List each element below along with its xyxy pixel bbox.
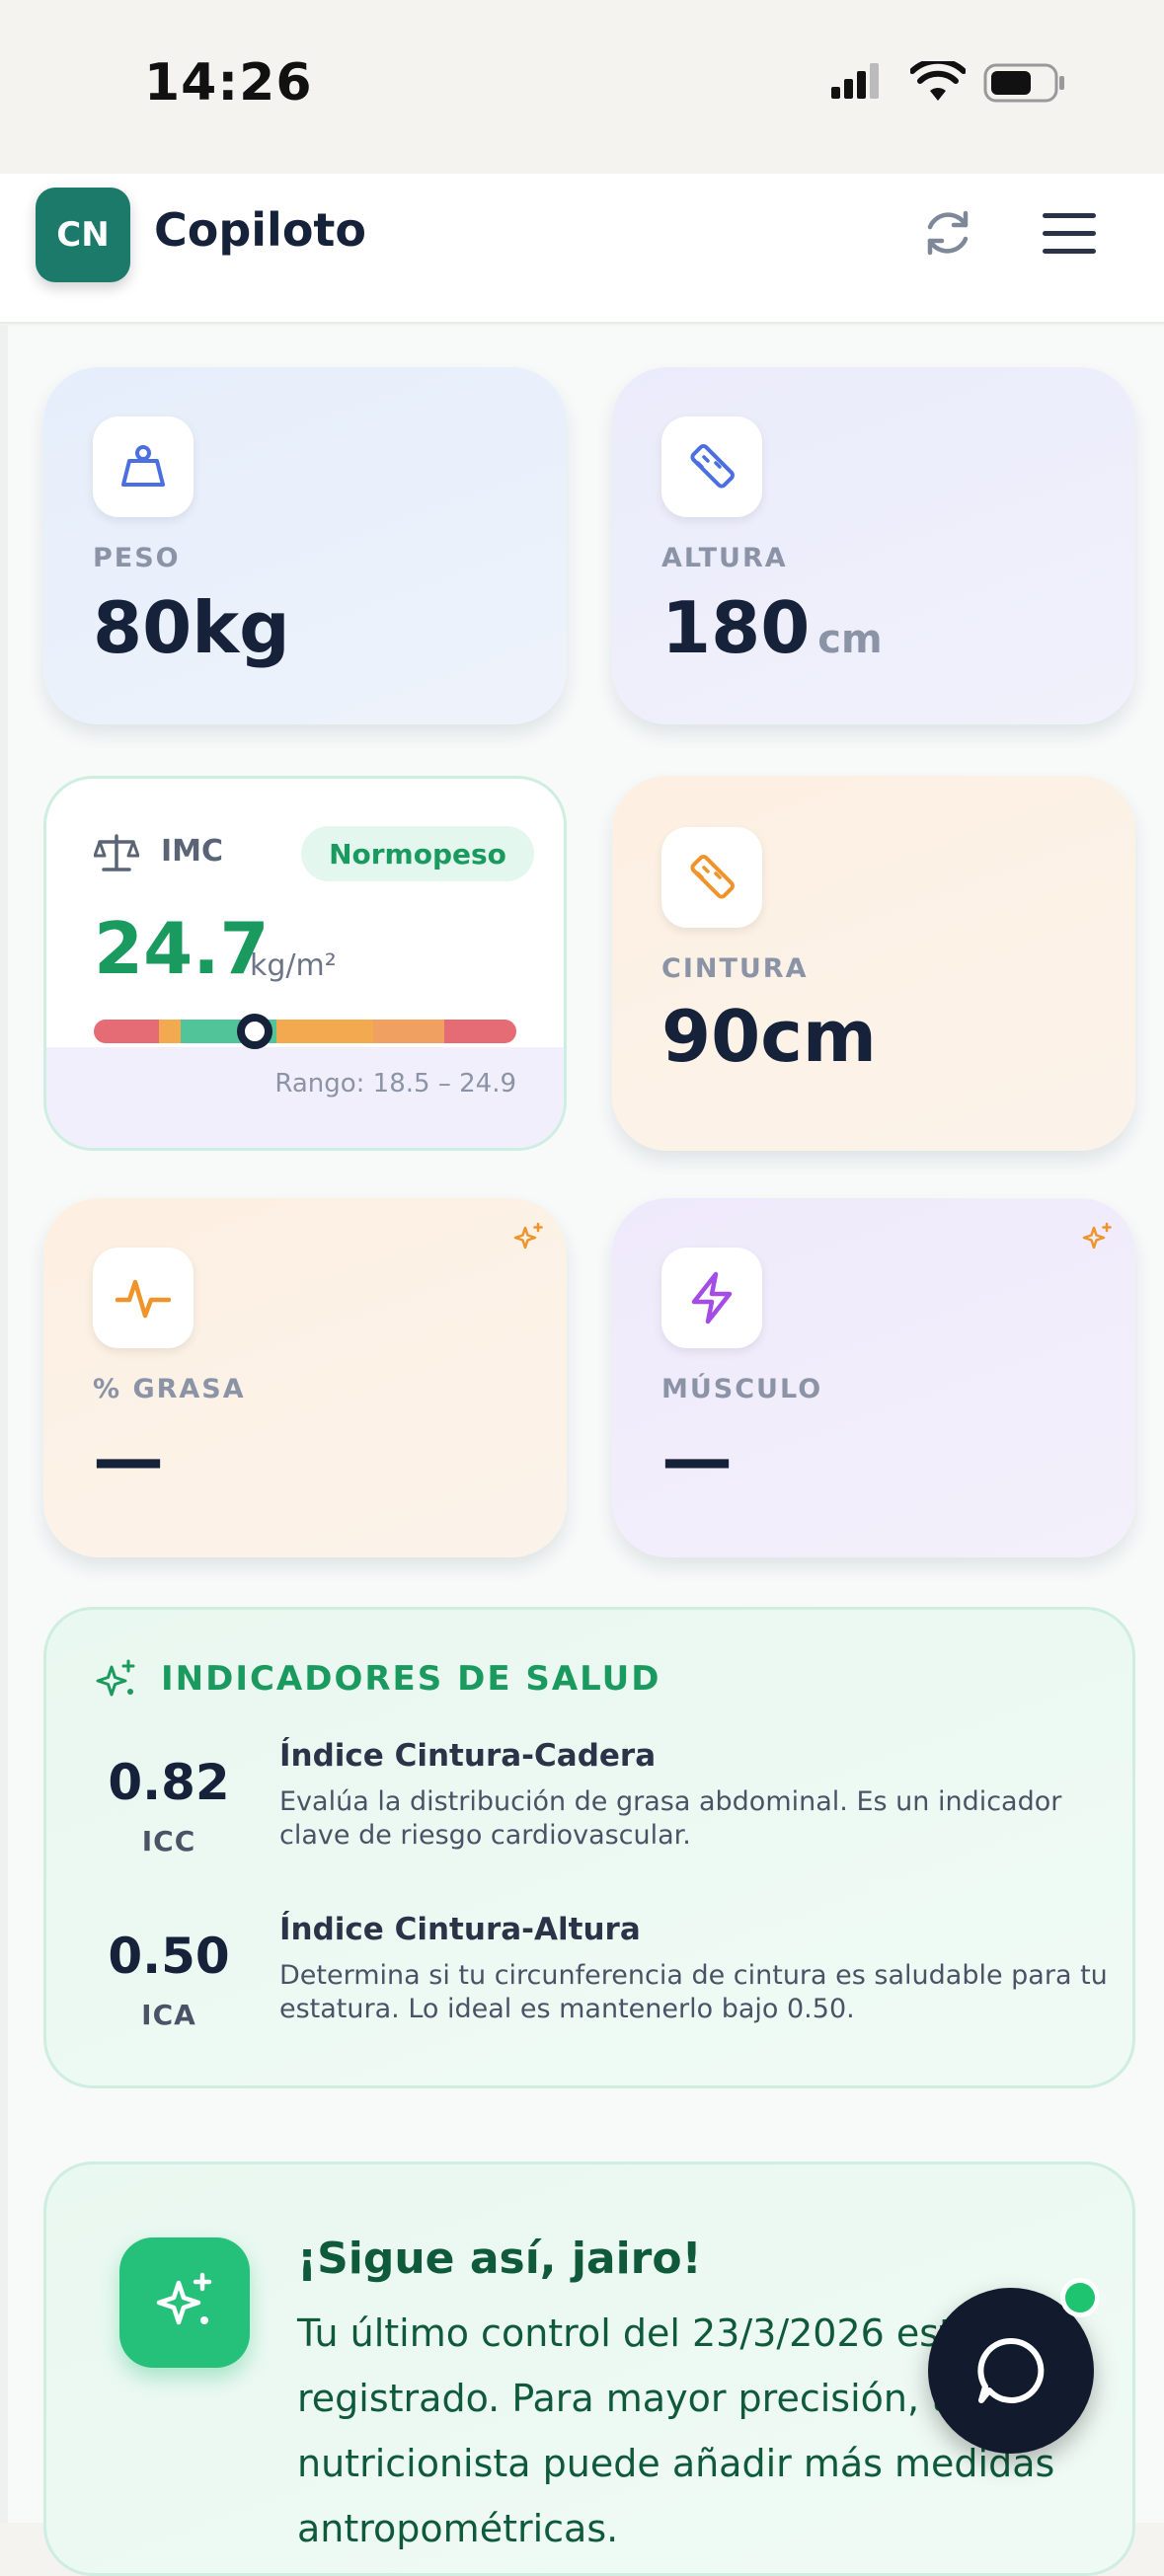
imc-range-text: Rango: 18.5 – 24.9: [274, 1069, 516, 1099]
hamburger-menu-icon[interactable]: [1039, 203, 1100, 263]
imc-card[interactable]: IMC Normopeso 24.7 kg/m² Rango: 18.5 – 2…: [43, 776, 567, 1151]
sparkles-icon: [96, 1659, 135, 1697]
musculo-value: —: [661, 1417, 733, 1500]
wifi-icon: [910, 61, 966, 101]
ica-description: Determina si tu circunferencia de cintur…: [279, 1960, 1108, 2024]
imc-card-footer-bg: [46, 1047, 564, 1148]
sparkle-icon: [513, 1222, 543, 1250]
weight-icon: [121, 445, 165, 487]
health-indicators-card: INDICADORES DE SALUD 0.82 ICC Índice Cin…: [43, 1607, 1135, 2088]
ruler-icon: [690, 855, 735, 899]
altura-unit: cm: [817, 617, 883, 662]
health-indicators-title: INDICADORES DE SALUD: [161, 1659, 661, 1699]
peso-card[interactable]: PESO 80kg: [43, 367, 567, 724]
chat-bubble-icon: [977, 2337, 1045, 2403]
cintura-icon-box: [661, 827, 762, 928]
balance-scale-icon: [94, 834, 139, 871]
lightning-bolt-icon: [691, 1271, 733, 1325]
cellular-signal-icon: [831, 63, 879, 99]
cintura-label: CINTURA: [661, 953, 809, 984]
altura-card[interactable]: ALTURA 180 cm: [612, 367, 1135, 724]
grasa-icon-box: [93, 1248, 194, 1348]
ica-name: Índice Cintura-Altura: [279, 1912, 641, 1947]
activity-pulse-icon: [116, 1279, 171, 1319]
motivation-icon-box: [119, 2237, 250, 2368]
imc-bar-low: [159, 1020, 181, 1043]
altura-value-row: 180 cm: [661, 586, 883, 669]
user-avatar[interactable]: CN: [36, 188, 130, 282]
app-header: CN Copiloto: [0, 174, 1164, 324]
imc-status-badge: Normopeso: [301, 826, 534, 881]
battery-icon: [983, 63, 1064, 103]
peso-label: PESO: [93, 543, 181, 573]
app-title: Copiloto: [154, 203, 367, 257]
imc-bar-obese2: [443, 1020, 516, 1043]
sparkle-icon: [1082, 1222, 1112, 1250]
imc-value: 24.7: [94, 907, 270, 990]
icc-value: 0.82: [108, 1754, 230, 1811]
imc-unit: kg/m²: [250, 948, 337, 983]
ica-value: 0.50: [108, 1928, 230, 1985]
ica-abbr: ICA: [141, 1999, 196, 2031]
icc-name: Índice Cintura-Cadera: [279, 1738, 657, 1774]
cintura-card[interactable]: CINTURA 90cm: [612, 776, 1135, 1151]
imc-bar-underweight: [94, 1020, 160, 1043]
altura-label: ALTURA: [661, 543, 788, 573]
imc-bar-overweight: [276, 1020, 373, 1043]
grasa-value: —: [93, 1417, 164, 1500]
imc-label: IMC: [161, 834, 224, 869]
motivation-title: ¡Sigue así, jairo!: [297, 2234, 702, 2284]
peso-icon-box: [93, 417, 194, 517]
online-status-dot: [1060, 2278, 1100, 2317]
musculo-card[interactable]: MÚSCULO —: [612, 1198, 1135, 1557]
status-bar: 14:26: [0, 0, 1164, 174]
imc-marker: [236, 1014, 272, 1049]
grasa-card[interactable]: % GRASA —: [43, 1198, 567, 1557]
icc-description: Evalúa la distribución de grasa abdomina…: [279, 1786, 1062, 1851]
musculo-label: MÚSCULO: [661, 1374, 823, 1404]
grasa-label: % GRASA: [93, 1374, 246, 1404]
musculo-icon-box: [661, 1248, 762, 1348]
altura-icon-box: [661, 417, 762, 517]
peso-value: 80kg: [93, 586, 290, 669]
sparkles-icon: [156, 2272, 212, 2325]
cintura-value: 90cm: [661, 995, 877, 1078]
ruler-icon: [690, 444, 735, 489]
altura-value: 180: [661, 586, 811, 669]
imc-range-bar: [94, 1020, 516, 1043]
status-time: 14:26: [144, 53, 313, 113]
refresh-icon[interactable]: [918, 203, 977, 263]
icc-abbr: ICC: [141, 1825, 196, 1857]
imc-bar-obese1: [372, 1020, 444, 1043]
